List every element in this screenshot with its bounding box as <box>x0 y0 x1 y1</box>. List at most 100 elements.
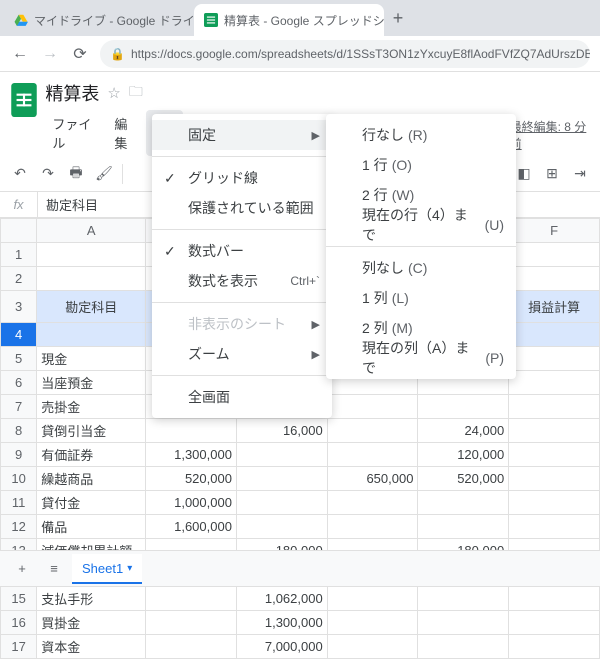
print-button[interactable]: 🖶 <box>64 162 88 186</box>
freeze-no-cols[interactable]: 列なし(C) <box>326 253 516 283</box>
cell[interactable]: 支払手形 <box>37 587 146 611</box>
menu-hidden-sheets[interactable]: 非表示のシート▶ <box>152 309 332 339</box>
freeze-current-row[interactable]: 現在の行（4）まで(U) <box>326 210 516 240</box>
cell[interactable]: 損益計算 <box>509 291 600 323</box>
cell[interactable] <box>509 347 600 371</box>
row-header[interactable]: 2 <box>1 267 37 291</box>
row-header[interactable]: 8 <box>1 419 37 443</box>
cell[interactable]: 備品 <box>37 515 146 539</box>
cell[interactable] <box>327 491 418 515</box>
cell[interactable]: 650,000 <box>327 467 418 491</box>
row-header[interactable]: 16 <box>1 611 37 635</box>
cell[interactable] <box>418 515 509 539</box>
cell[interactable]: 1,300,000 <box>146 443 237 467</box>
cell[interactable] <box>509 491 600 515</box>
cell[interactable] <box>236 443 327 467</box>
cell[interactable] <box>509 371 600 395</box>
cell[interactable] <box>327 611 418 635</box>
cell[interactable]: 勘定科目 <box>37 291 146 323</box>
merge-button[interactable]: ⇥ <box>568 162 592 186</box>
borders-button[interactable]: ⊞ <box>540 162 564 186</box>
cell[interactable] <box>509 587 600 611</box>
cell[interactable]: 現金 <box>37 347 146 371</box>
menu-gridlines[interactable]: ✓グリッド線 <box>152 163 332 193</box>
cell[interactable]: 7,000,000 <box>236 635 327 659</box>
menu-edit[interactable]: 編集 <box>107 110 144 156</box>
forward-button[interactable]: → <box>40 44 60 64</box>
col-header-F[interactable]: F <box>509 219 600 243</box>
reload-button[interactable]: ⟳ <box>70 44 90 64</box>
doc-title[interactable]: 精算表 <box>45 80 99 106</box>
all-sheets-button[interactable]: ≡ <box>40 555 68 583</box>
row-header[interactable]: 9 <box>1 443 37 467</box>
cell[interactable] <box>37 243 146 267</box>
row-header[interactable]: 3 <box>1 291 37 323</box>
cell[interactable] <box>418 491 509 515</box>
cell[interactable]: 有価証券 <box>37 443 146 467</box>
browser-tab-drive[interactable]: マイドライブ - Google ドライブ × <box>4 4 194 36</box>
star-icon[interactable]: ☆ <box>107 84 120 102</box>
cell[interactable]: 繰越商品 <box>37 467 146 491</box>
freeze-current-col[interactable]: 現在の列（A）まで(P) <box>326 343 516 373</box>
menu-fullscreen[interactable]: 全画面 <box>152 382 332 412</box>
cell[interactable] <box>327 395 418 419</box>
cell[interactable]: 16,000 <box>236 419 327 443</box>
new-tab-button[interactable]: + <box>384 4 412 32</box>
undo-button[interactable]: ↶ <box>8 162 32 186</box>
row-header[interactable]: 12 <box>1 515 37 539</box>
sheets-logo-icon[interactable] <box>10 80 37 120</box>
browser-tab-sheets[interactable]: 精算表 - Google スプレッドシート × <box>194 4 384 36</box>
sheet-tab[interactable]: Sheet1▾ <box>72 554 142 584</box>
move-folder-icon[interactable]: 🗀 <box>129 81 143 105</box>
cell[interactable]: 貸付金 <box>37 491 146 515</box>
row-header-selected[interactable]: 4 <box>1 323 37 347</box>
cell[interactable] <box>509 635 600 659</box>
cell[interactable]: 1,300,000 <box>236 611 327 635</box>
cell[interactable] <box>509 467 600 491</box>
row-header[interactable]: 11 <box>1 491 37 515</box>
formula-input[interactable]: 勘定科目 <box>38 195 106 214</box>
add-sheet-button[interactable]: + <box>8 555 36 583</box>
cell[interactable] <box>146 635 237 659</box>
menu-protected-ranges[interactable]: 保護されている範囲 <box>152 193 332 223</box>
cell[interactable]: 買掛金 <box>37 611 146 635</box>
cell[interactable]: 売掛金 <box>37 395 146 419</box>
redo-button[interactable]: ↷ <box>36 162 60 186</box>
cell[interactable]: 資本金 <box>37 635 146 659</box>
url-field[interactable]: 🔒 https://docs.google.com/spreadsheets/d… <box>100 40 590 68</box>
cell[interactable] <box>327 419 418 443</box>
cell[interactable] <box>418 635 509 659</box>
cell[interactable]: 24,000 <box>418 419 509 443</box>
paint-format-button[interactable]: 🖌 <box>92 162 116 186</box>
cell[interactable]: 520,000 <box>418 467 509 491</box>
cell[interactable] <box>509 611 600 635</box>
menu-zoom[interactable]: ズーム▶ <box>152 339 332 369</box>
row-header[interactable]: 10 <box>1 467 37 491</box>
cell[interactable] <box>418 587 509 611</box>
cell[interactable] <box>418 395 509 419</box>
cell[interactable] <box>327 635 418 659</box>
row-header[interactable]: 15 <box>1 587 37 611</box>
cell[interactable] <box>146 587 237 611</box>
freeze-1-col[interactable]: 1 列(L) <box>326 283 516 313</box>
cell[interactable] <box>327 587 418 611</box>
chevron-down-icon[interactable]: ▾ <box>127 563 132 574</box>
cell[interactable] <box>418 611 509 635</box>
cell[interactable] <box>327 515 418 539</box>
cell[interactable] <box>146 611 237 635</box>
cell[interactable] <box>236 491 327 515</box>
cell[interactable]: 120,000 <box>418 443 509 467</box>
cell[interactable]: 1,062,000 <box>236 587 327 611</box>
cell[interactable]: 1,600,000 <box>146 515 237 539</box>
row-header[interactable]: 17 <box>1 635 37 659</box>
menu-file[interactable]: ファイル <box>45 110 105 156</box>
cell[interactable] <box>509 419 600 443</box>
menu-freeze[interactable]: 固定▶ <box>152 120 332 150</box>
cell[interactable]: 1,000,000 <box>146 491 237 515</box>
cell[interactable] <box>146 419 237 443</box>
cell[interactable] <box>236 515 327 539</box>
menu-show-formulas[interactable]: 数式を表示Ctrl+` <box>152 266 332 296</box>
select-all-cell[interactable] <box>1 219 37 243</box>
freeze-no-rows[interactable]: 行なし(R) <box>326 120 516 150</box>
cell[interactable] <box>509 395 600 419</box>
